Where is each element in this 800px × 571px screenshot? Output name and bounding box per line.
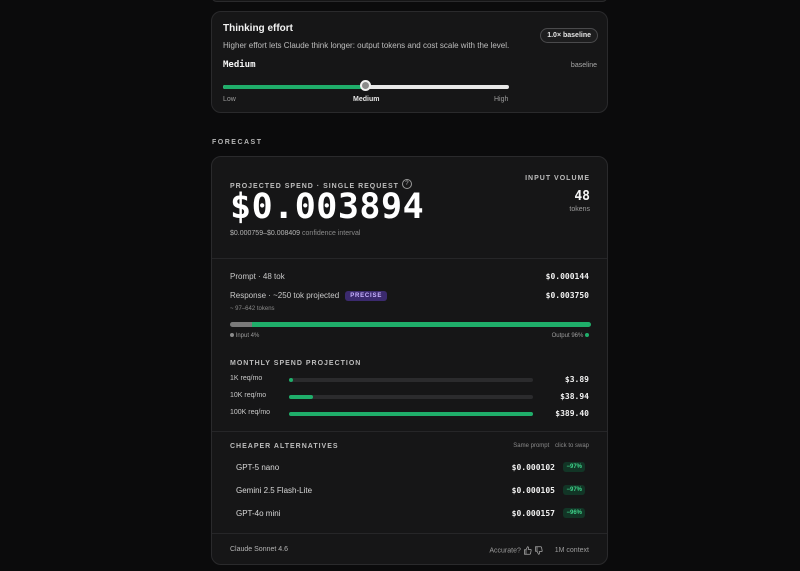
output-dot-icon bbox=[585, 333, 589, 338]
legend-input-text: Input 4% bbox=[235, 333, 260, 339]
monthly-row-fill bbox=[289, 378, 293, 382]
input-volume-unit: tokens bbox=[569, 206, 590, 213]
monthly-row-track bbox=[289, 378, 533, 382]
effort-description: Higher effort lets Claude think longer: … bbox=[223, 41, 510, 50]
previous-card bbox=[211, 0, 608, 2]
slider-label-medium[interactable]: Medium bbox=[353, 96, 379, 103]
response-row: Response · ~250 tok projected PRECISE bbox=[230, 291, 388, 301]
prompt-label: Prompt · 48 tok bbox=[230, 272, 285, 281]
monthly-row-track bbox=[289, 395, 533, 399]
response-cost: $0.003750 bbox=[545, 291, 589, 300]
forecast-card: PROJECTED SPEND · SINGLE REQUEST? $0.003… bbox=[211, 156, 608, 565]
monthly-row-value: $389.40 bbox=[555, 409, 589, 418]
thumbs-up-icon[interactable] bbox=[523, 546, 532, 555]
monthly-row-fill bbox=[289, 395, 314, 399]
forecast-heading: FORECAST bbox=[212, 139, 263, 146]
alternatives-hint-left: Same prompt bbox=[513, 443, 550, 449]
response-label: Response · ~250 tok projected bbox=[230, 291, 340, 301]
alternative-name[interactable]: GPT-4o mini bbox=[236, 509, 280, 518]
alternatives-heading: CHEAPER ALTERNATIVES bbox=[230, 443, 339, 450]
alternative-savings-badge: −96% bbox=[563, 508, 585, 518]
footer-model: Claude Sonnet 4.6 bbox=[230, 546, 288, 553]
thumbs-down-icon[interactable] bbox=[534, 546, 543, 555]
prompt-cost: $0.000144 bbox=[545, 272, 589, 281]
alternatives-hint-right: click to swap bbox=[554, 443, 589, 449]
precise-badge: PRECISE bbox=[345, 291, 388, 301]
projected-spend-value: $0.003894 bbox=[230, 187, 425, 227]
divider bbox=[212, 533, 607, 534]
legend-output: Output 96% bbox=[552, 333, 589, 339]
slider-label-high[interactable]: High bbox=[494, 96, 508, 103]
alternative-savings-badge: −97% bbox=[563, 485, 585, 495]
ci-range: $0.000759–$0.008409 bbox=[230, 230, 301, 237]
accurate-label: Accurate? bbox=[489, 547, 521, 555]
monthly-row-label: 10K req/mo bbox=[230, 392, 267, 399]
split-input-segment bbox=[230, 322, 252, 327]
effort-level: Medium bbox=[223, 60, 256, 70]
ci-text: confidence interval bbox=[302, 230, 361, 237]
effort-slider[interactable] bbox=[223, 80, 509, 91]
alternative-name[interactable]: Gemini 2.5 Flash-Lite bbox=[236, 486, 312, 495]
response-token-range: ~ 97–642 tokens bbox=[230, 306, 275, 312]
effort-slider-fill bbox=[223, 85, 366, 89]
legend-output-text: Output 96% bbox=[551, 333, 584, 339]
monthly-row-fill bbox=[289, 412, 533, 416]
split-output-segment bbox=[252, 322, 591, 327]
monthly-heading: MONTHLY SPEND PROJECTION bbox=[230, 360, 362, 367]
context-label: 1M context bbox=[554, 547, 589, 555]
effort-level-note: baseline bbox=[570, 62, 597, 69]
monthly-row-value: $38.94 bbox=[560, 392, 589, 401]
slider-label-low[interactable]: Low bbox=[223, 96, 236, 103]
legend-input: Input 4% bbox=[230, 333, 259, 339]
effort-slider-thumb[interactable] bbox=[360, 80, 371, 91]
monthly-row-track bbox=[289, 412, 533, 416]
monthly-row-label: 1K req/mo bbox=[230, 375, 263, 382]
input-volume: INPUT VOLUME 48 tokens bbox=[525, 175, 590, 213]
thinking-effort-card: Thinking effort 1.0× baseline Higher eff… bbox=[211, 11, 608, 113]
alternative-savings-badge: −97% bbox=[563, 462, 585, 472]
input-volume-value: 48 bbox=[574, 189, 590, 204]
alternative-name[interactable]: GPT-5 nano bbox=[236, 463, 279, 472]
confidence-interval: $0.000759–$0.008409 confidence interval bbox=[230, 230, 360, 237]
alternative-price: $0.000102 bbox=[511, 463, 555, 472]
alternatives-hint: Same prompt click to swap bbox=[513, 443, 589, 449]
monthly-row-value: $3.89 bbox=[564, 375, 589, 384]
input-dot-icon bbox=[230, 333, 234, 338]
footer-right: Accurate? 1M context bbox=[489, 546, 589, 555]
divider bbox=[212, 431, 607, 432]
alternative-price: $0.000157 bbox=[511, 509, 555, 518]
token-split-bar bbox=[230, 322, 591, 327]
divider bbox=[212, 258, 607, 259]
baseline-badge: 1.0× baseline bbox=[540, 28, 598, 43]
alternative-price: $0.000105 bbox=[511, 486, 555, 495]
input-volume-label: INPUT VOLUME bbox=[525, 175, 590, 182]
monthly-row-label: 100K req/mo bbox=[230, 409, 271, 416]
